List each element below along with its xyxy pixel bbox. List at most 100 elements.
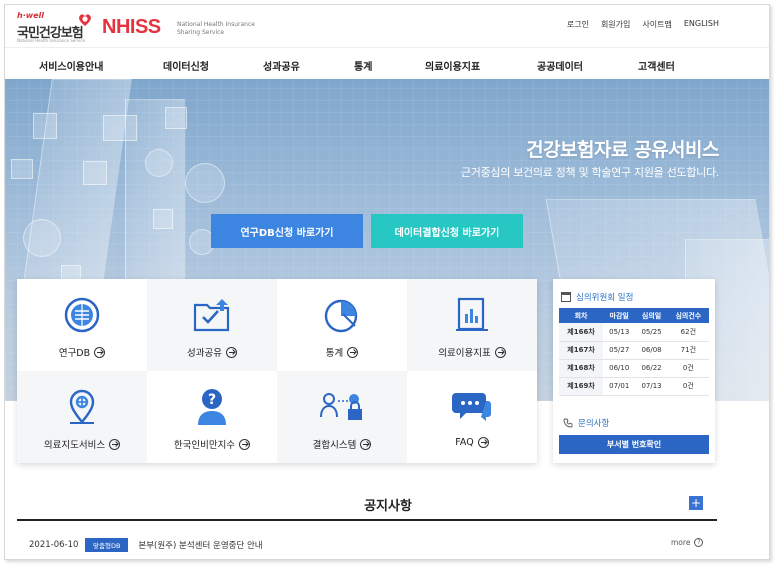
table-row: 제168차 06/10 06/22 0건	[559, 359, 709, 378]
hero-title: 건강보험자료 공유서비스	[526, 139, 719, 161]
nav-data-request[interactable]: 데이터신청	[163, 58, 209, 73]
services-panel: 연구DB 성과공유 통계 의료이용지표 의료지도서비스 ? 한국인비만지수 결합…	[17, 279, 537, 463]
users-lock-icon	[320, 387, 364, 427]
notice-divider	[17, 519, 717, 521]
top-bar: h·well 국민건강보험 National Health Insurance …	[5, 5, 769, 47]
table-cell: 제168차	[559, 359, 604, 378]
service-label: 결합시스템	[312, 440, 357, 451]
logo-desc-line1: National Health Insurance	[177, 21, 255, 28]
svg-text:?: ?	[208, 392, 216, 408]
login-link[interactable]: 로그인	[567, 19, 589, 30]
nav-results-sharing[interactable]: 성과공유	[263, 58, 300, 73]
table-cell: 07/01	[603, 377, 636, 396]
service-label: 의료지도서비스	[43, 440, 106, 451]
phone-icon	[563, 418, 573, 428]
sitemap-link[interactable]: 사이트맵	[642, 19, 671, 30]
service-combine-system[interactable]: 결합시스템	[277, 371, 407, 463]
service-faq[interactable]: FAQ	[407, 371, 537, 463]
col-header: 심의일	[635, 308, 668, 323]
table-cell: 제167차	[559, 341, 604, 360]
table-row: 제166차 05/13 05/25 62건	[559, 323, 709, 342]
arrow-circle-icon	[109, 438, 121, 450]
nav-statistics[interactable]: 통계	[354, 58, 372, 73]
table-cell: 06/10	[603, 359, 636, 378]
research-db-request-button[interactable]: 연구DB신청 바로가기	[211, 214, 363, 248]
table-cell: 62건	[667, 323, 709, 342]
question-circle-icon: ?	[694, 538, 704, 547]
signup-link[interactable]: 회원가입	[601, 19, 630, 30]
logo-hwell-text: h·well	[17, 11, 45, 20]
arrow-circle-icon	[94, 346, 106, 358]
pie-chart-icon	[320, 295, 364, 335]
table-cell: 06/22	[635, 359, 668, 378]
committee-header: 심의위원회 일정	[561, 291, 633, 303]
col-header: 심의건수	[667, 308, 709, 323]
service-results-sharing[interactable]: 성과공유	[147, 279, 277, 371]
arrow-circle-icon	[360, 438, 372, 450]
table-cell: 06/08	[635, 341, 668, 360]
person-question-icon: ?	[190, 387, 234, 427]
nav-customer-center[interactable]: 고객센터	[638, 58, 675, 73]
logo-english-sub: National Health Insurance Service	[17, 38, 86, 43]
more-label: more	[671, 538, 691, 547]
notice-tag-badge: 맞춤형DB	[85, 538, 129, 552]
col-header: 마감일	[603, 308, 636, 323]
logo-nhiss: NHISS	[102, 16, 161, 38]
table-cell: 0건	[667, 377, 709, 396]
notice-more-plus-button[interactable]: +	[689, 496, 703, 510]
service-label: 성과공유	[187, 348, 222, 359]
table-cell: 07/13	[635, 377, 668, 396]
hero-chart-icon	[83, 161, 107, 185]
notice-title-link[interactable]: 본부(원주) 분석센터 운영중단 안내	[138, 539, 262, 551]
table-row: 제167차 05/27 06/08 71건	[559, 341, 709, 360]
hero-monitor-icon	[103, 115, 137, 141]
logo-nhiss-desc: National Health Insurance Sharing Servic…	[177, 21, 255, 37]
calendar-icon	[561, 292, 571, 302]
service-medical-map[interactable]: 의료지도서비스	[17, 371, 147, 463]
inquiry-header: 문의사항	[563, 417, 609, 429]
table-row: 제169차 07/01 07/13 0건	[559, 377, 709, 396]
hero-pie-chart-icon	[23, 219, 61, 257]
hero-screen-icon	[165, 107, 187, 129]
committee-table: 회차 마감일 심의일 심의건수 제166차 05/13 05/25 62건 제1…	[559, 308, 709, 396]
logo-desc-line2: Sharing Service	[177, 29, 225, 36]
notice-more-link[interactable]: more ?	[671, 538, 704, 547]
notice-section-title: 공지사항	[364, 499, 412, 514]
map-pin-icon	[60, 387, 104, 427]
hero-document-icon	[33, 113, 57, 139]
arrow-circle-icon	[494, 346, 506, 358]
arrow-circle-icon	[239, 438, 251, 450]
hero-cloud-icon	[185, 163, 225, 203]
nav-medical-indicators[interactable]: 의료이용지표	[425, 58, 480, 73]
hero-subtitle: 근거중심의 보건의료 정책 및 학술연구 지원을 선도합니다.	[460, 166, 719, 179]
table-cell: 제166차	[559, 323, 604, 342]
committee-title: 심의위원회 일정	[576, 293, 634, 303]
service-label: 의료이용지표	[438, 348, 491, 359]
service-medical-indicators[interactable]: 의료이용지표	[407, 279, 537, 371]
nav-service-guide[interactable]: 서비스이용안내	[39, 58, 103, 73]
service-research-db[interactable]: 연구DB	[17, 279, 147, 371]
nav-public-data[interactable]: 공공데이터	[537, 58, 583, 73]
hero-folder-icon	[153, 209, 173, 229]
committee-schedule-panel: 심의위원회 일정 회차 마감일 심의일 심의건수 제166차 05/13 05/…	[553, 279, 715, 463]
col-header: 회차	[559, 308, 604, 323]
hero-monitor-icon	[11, 159, 33, 179]
table-cell: 0건	[667, 359, 709, 378]
service-statistics[interactable]: 통계	[277, 279, 407, 371]
arrow-circle-icon	[347, 346, 359, 358]
data-combine-request-button[interactable]: 데이터결합신청 바로가기	[371, 214, 523, 248]
arrow-circle-icon	[225, 346, 237, 358]
service-label: 한국인비만지수	[173, 440, 236, 451]
arrow-circle-icon	[477, 437, 489, 448]
browser-frame: h·well 국민건강보험 National Health Insurance …	[4, 4, 770, 560]
folder-share-icon	[190, 295, 234, 335]
service-label: FAQ	[455, 437, 474, 448]
utility-links: 로그인 회원가입 사이트맵 ENGLISH	[567, 19, 719, 30]
notice-list-item[interactable]: 2021-06-10 맞춤형DB 본부(원주) 분석센터 운영중단 안내	[29, 538, 263, 552]
english-link[interactable]: ENGLISH	[684, 19, 719, 30]
table-cell: 71건	[667, 341, 709, 360]
department-phone-button[interactable]: 부서별 번호확인	[559, 435, 709, 454]
inquiry-title: 문의사항	[578, 419, 610, 429]
notice-date: 2021-06-10	[29, 540, 79, 550]
service-korean-obesity-index[interactable]: ? 한국인비만지수	[147, 371, 277, 463]
